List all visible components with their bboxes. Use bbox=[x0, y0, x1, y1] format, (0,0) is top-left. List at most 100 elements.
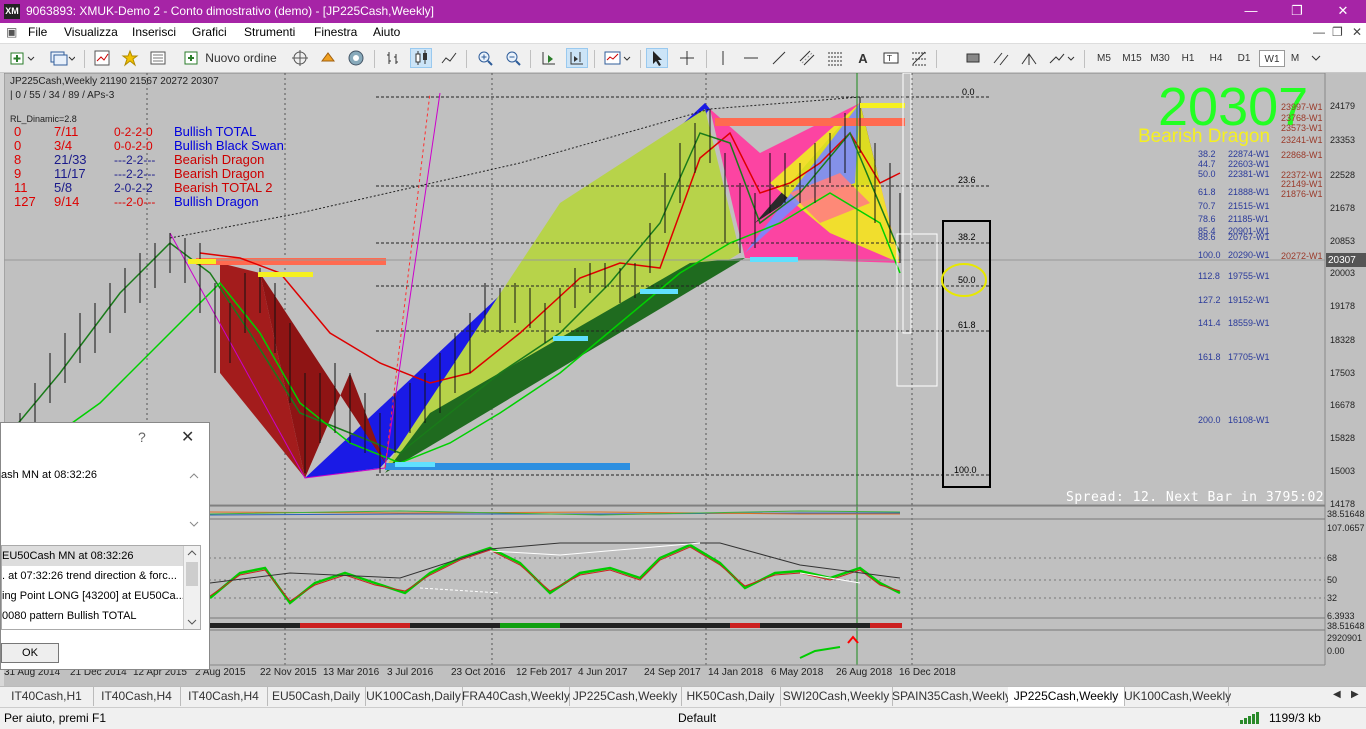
menu-window[interactable]: Finestra bbox=[314, 25, 357, 39]
fib-level-value: 20767-W1 bbox=[1228, 232, 1270, 242]
signals-icon[interactable] bbox=[346, 48, 366, 68]
timeframe-m15[interactable]: M15 bbox=[1119, 50, 1145, 67]
trendline-icon[interactable] bbox=[768, 48, 790, 68]
fib-box-level: 50.0 bbox=[958, 275, 976, 285]
help-icon[interactable]: ? bbox=[138, 429, 146, 445]
timeframe-d1[interactable]: D1 bbox=[1231, 50, 1257, 67]
market-watch-icon[interactable] bbox=[92, 48, 112, 68]
fib-level-percent: 61.8 bbox=[1198, 187, 1216, 197]
alert-list-item[interactable]: ing Point LONG [43200] at EU50Ca... bbox=[2, 586, 184, 606]
message-scrollbar[interactable] bbox=[187, 469, 201, 531]
timeframe-m30[interactable]: M30 bbox=[1147, 50, 1173, 67]
menu-tools[interactable]: Strumenti bbox=[244, 25, 295, 39]
tabs-scroll-right-icon[interactable]: ▶ bbox=[1351, 689, 1359, 700]
crosshair-target-icon[interactable] bbox=[290, 48, 310, 68]
price-axis-label: 15003 bbox=[1330, 466, 1356, 476]
zoom-out-icon[interactable] bbox=[502, 48, 524, 68]
menu-charts[interactable]: Grafici bbox=[192, 25, 227, 39]
mdi-close-icon[interactable]: ✕ bbox=[1352, 25, 1362, 39]
osc-divergence-2 bbox=[419, 587, 501, 594]
pattern-name: Bullish TOTAL bbox=[174, 124, 257, 139]
chart-tab[interactable]: IT40Cash,H4 bbox=[180, 687, 268, 706]
fib-level-percent: 78.6 bbox=[1198, 214, 1216, 224]
fib-level-value: 17705-W1 bbox=[1228, 352, 1270, 362]
date-axis-label: 24 Sep 2017 bbox=[644, 667, 701, 678]
menu-help[interactable]: Aiuto bbox=[373, 25, 400, 39]
pattern-code: ---2-0--- bbox=[114, 195, 156, 209]
navigator-icon[interactable] bbox=[148, 48, 168, 68]
expert-advisor-icon[interactable] bbox=[318, 48, 338, 68]
price-axis-label: 22528 bbox=[1330, 170, 1356, 180]
tabs-scroll-left-icon[interactable]: ◀ bbox=[1333, 689, 1341, 700]
vertical-line-icon[interactable] bbox=[712, 48, 734, 68]
favorites-icon[interactable] bbox=[120, 48, 140, 68]
chart-tab[interactable]: IT40Cash,H4 bbox=[93, 687, 181, 706]
menu-insert[interactable]: Inserisci bbox=[132, 25, 176, 39]
price-axis-label: 19178 bbox=[1330, 301, 1356, 311]
dialog-close-icon[interactable]: ✕ bbox=[181, 427, 194, 447]
close-button[interactable]: ✕ bbox=[1320, 0, 1366, 23]
rectangle-icon[interactable] bbox=[962, 48, 984, 68]
fib-level-right: 22868-W1 bbox=[1281, 150, 1323, 160]
templates-button[interactable] bbox=[602, 48, 632, 68]
pattern-ratio: 7/11 bbox=[54, 124, 79, 139]
timeframe-h4[interactable]: H4 bbox=[1203, 50, 1229, 67]
new-order-label: Nuovo ordine bbox=[205, 51, 277, 65]
timeframe-h1[interactable]: H1 bbox=[1175, 50, 1201, 67]
fib-level-percent: 127.2 bbox=[1198, 295, 1221, 305]
alert-list-item[interactable]: . at 07:32:26 trend direction & forc... bbox=[2, 566, 184, 586]
chart-tab[interactable]: HK50Cash,Daily bbox=[681, 687, 781, 706]
chart-tab[interactable]: JP225Cash,Weekly bbox=[569, 687, 682, 706]
fibonacci-expansion-icon[interactable] bbox=[908, 48, 930, 68]
parallel-lines-icon[interactable] bbox=[990, 48, 1012, 68]
timeframe-w1[interactable]: W1 bbox=[1259, 50, 1285, 67]
zoom-in-icon[interactable] bbox=[474, 48, 496, 68]
menu-view[interactable]: Visualizza bbox=[64, 25, 118, 39]
horizontal-line-icon[interactable] bbox=[740, 48, 762, 68]
chart-tab[interactable]: FRA40Cash,Weekly bbox=[462, 687, 570, 706]
chart-tab[interactable]: SPAIN35Cash,Weekly bbox=[892, 687, 1011, 706]
timeframe-m5[interactable]: M5 bbox=[1091, 50, 1117, 67]
restore-button[interactable]: ❐ bbox=[1274, 0, 1320, 23]
chart-shift-icon[interactable] bbox=[566, 48, 588, 68]
equidistant-channel-icon[interactable] bbox=[796, 48, 818, 68]
menu-file[interactable]: File bbox=[28, 25, 47, 39]
chart-tab[interactable]: SWI20Cash,Weekly bbox=[780, 687, 893, 706]
alert-list-item[interactable]: EU50Cash MN at 08:32:26 bbox=[2, 546, 184, 566]
alerts-list[interactable]: EU50Cash MN at 08:32:26 . at 07:32:26 tr… bbox=[1, 545, 201, 630]
timeframe-more-icon[interactable] bbox=[1308, 48, 1324, 68]
text-label-icon[interactable]: T bbox=[880, 48, 902, 68]
crosshair-icon[interactable] bbox=[676, 48, 698, 68]
text-tool-icon[interactable]: A bbox=[852, 48, 874, 68]
mdi-minimize-icon[interactable]: — bbox=[1313, 25, 1325, 39]
pitchfork-icon[interactable] bbox=[1018, 48, 1040, 68]
chart-tab[interactable]: UK100Cash,Weekly bbox=[1124, 687, 1231, 706]
alert-list-item[interactable]: 0080 pattern Bullish TOTAL bbox=[2, 606, 184, 626]
chart-tab[interactable]: EU50Cash,Daily bbox=[267, 687, 366, 706]
more-tools-button[interactable] bbox=[1046, 48, 1076, 68]
minimize-button[interactable]: — bbox=[1228, 0, 1274, 23]
chart-tab[interactable]: JP225Cash,Weekly bbox=[1008, 687, 1125, 706]
candlestick-chart-icon[interactable] bbox=[410, 48, 432, 68]
document-menu-icon[interactable]: ▣ bbox=[6, 25, 17, 39]
ok-button[interactable]: OK bbox=[1, 643, 59, 663]
chart-tab[interactable]: UK100Cash,Daily bbox=[365, 687, 463, 706]
status-help: Per aiuto, premi F1 bbox=[4, 711, 107, 725]
list-scrollbar[interactable] bbox=[183, 546, 200, 629]
profiles-button[interactable] bbox=[48, 48, 76, 68]
fib-level-value: 21185-W1 bbox=[1228, 214, 1269, 224]
line-chart-icon[interactable] bbox=[438, 48, 460, 68]
app-logo-icon: XM bbox=[4, 4, 20, 19]
timeframe-mn[interactable]: M bbox=[1285, 50, 1305, 67]
toolbar: Nuovo ordine A T M5 M15 M30 H1 H4 D1 W1 … bbox=[0, 44, 1366, 73]
cursor-icon[interactable] bbox=[646, 48, 668, 68]
new-chart-button[interactable] bbox=[8, 48, 36, 68]
new-order-button[interactable]: Nuovo ordine bbox=[178, 48, 282, 68]
bar-chart-icon[interactable] bbox=[382, 48, 404, 68]
fibonacci-retracement-icon[interactable] bbox=[824, 48, 846, 68]
mdi-restore-icon[interactable]: ❐ bbox=[1332, 25, 1343, 39]
date-axis-label: 6 May 2018 bbox=[771, 667, 824, 678]
date-axis-label: 12 Feb 2017 bbox=[516, 667, 573, 678]
autoscroll-icon[interactable] bbox=[538, 48, 560, 68]
chart-tab[interactable]: IT40Cash,H1 bbox=[0, 687, 94, 706]
